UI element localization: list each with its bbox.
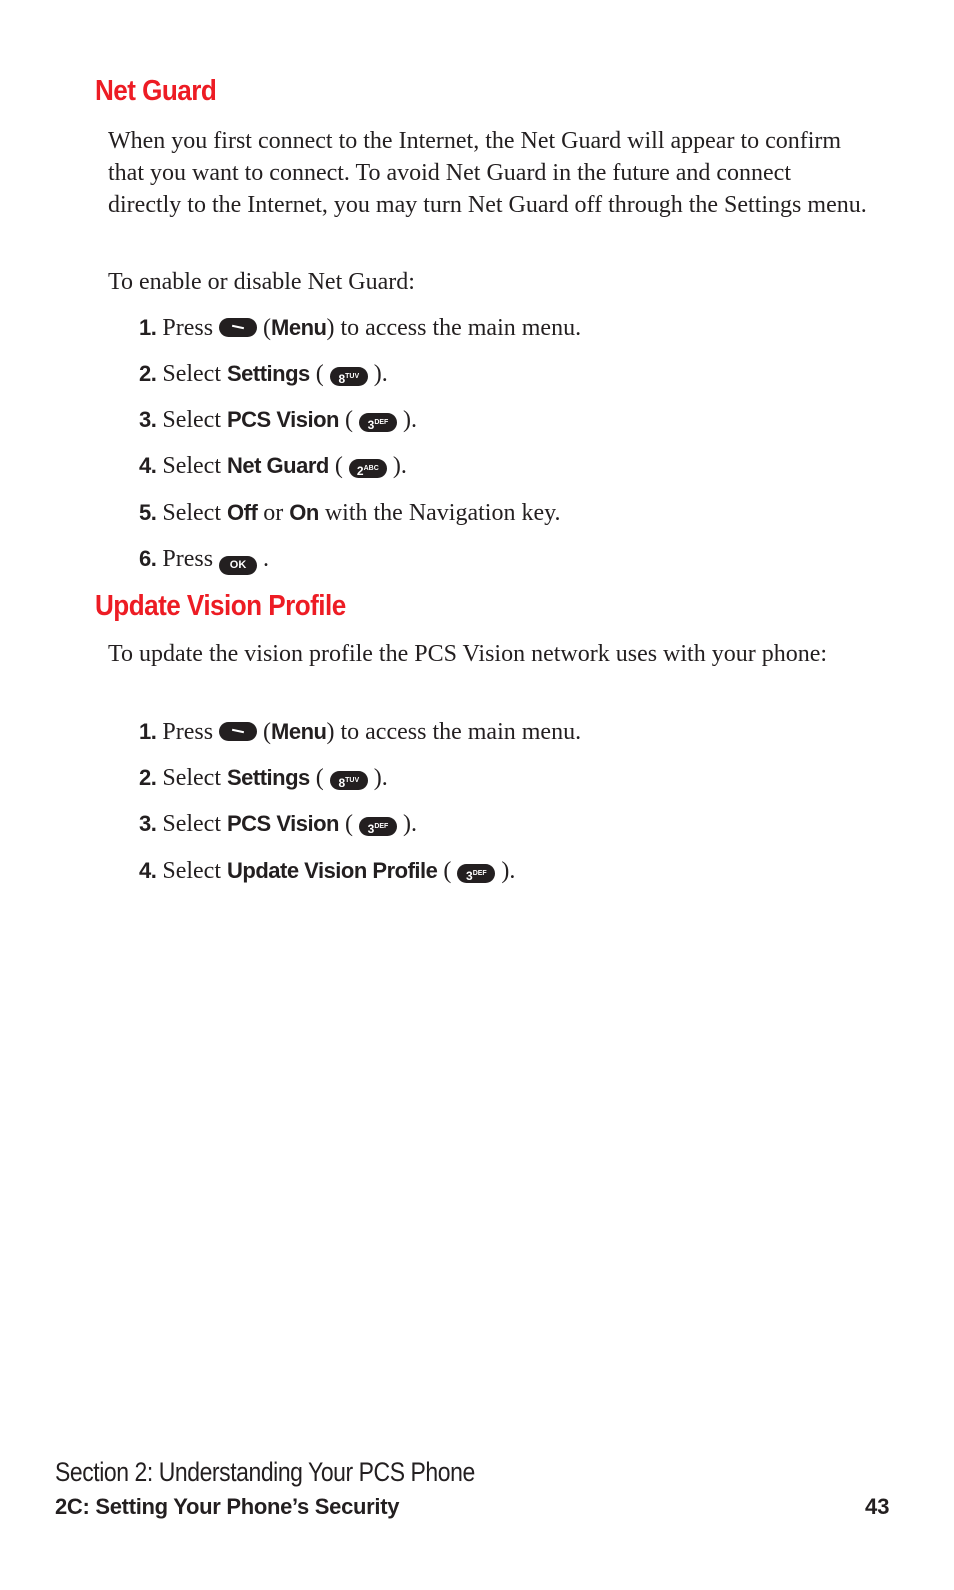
step-item: 1. Press (Menu) to access the main menu. (139, 315, 582, 341)
page-number: 43 (865, 1494, 890, 1519)
footer-section-title: Section 2: Understanding Your PCS Phone (55, 1457, 475, 1487)
step-item: 3. Select PCS Vision ( 3DEF ). (139, 407, 417, 433)
step-item: 5. Select Off or On with the Navigation … (139, 500, 561, 526)
step-item: 2. Select Settings ( 8TUV ). (139, 361, 388, 387)
step-item: 3. Select PCS Vision ( 3DEF ). (139, 811, 417, 837)
key-8-icon: 8TUV (329, 367, 368, 386)
step-item: 6. Press OK . (139, 544, 269, 575)
step-item: 4. Select Net Guard ( 2ABC ). (139, 453, 407, 479)
step-item: 2. Select Settings ( 8TUV ). (139, 765, 388, 791)
menu-key-icon (219, 318, 258, 337)
menu-key-icon (219, 722, 258, 741)
key-3-icon: 3DEF (358, 413, 397, 432)
ok-key-icon: OK (219, 556, 258, 575)
footer-chapter-title: 2C: Setting Your Phone’s Security (55, 1494, 400, 1519)
net-guard-intro: When you first connect to the Internet, … (108, 128, 867, 218)
step-item: 1. Press (Menu) to access the main menu. (139, 719, 582, 745)
heading-net-guard: Net Guard (95, 75, 217, 107)
step-item: 4. Select Update Vision Profile ( 3DEF )… (139, 858, 516, 884)
key-8-icon: 8TUV (329, 771, 368, 790)
update-profile-intro: To update the vision profile the PCS Vis… (108, 641, 828, 667)
key-3-icon: 3DEF (358, 817, 397, 836)
key-2-icon: 2ABC (348, 459, 387, 478)
heading-update-vision-profile: Update Vision Profile (95, 590, 346, 622)
net-guard-lead: To enable or disable Net Guard: (108, 269, 415, 295)
key-3-icon: 3DEF (457, 864, 496, 883)
